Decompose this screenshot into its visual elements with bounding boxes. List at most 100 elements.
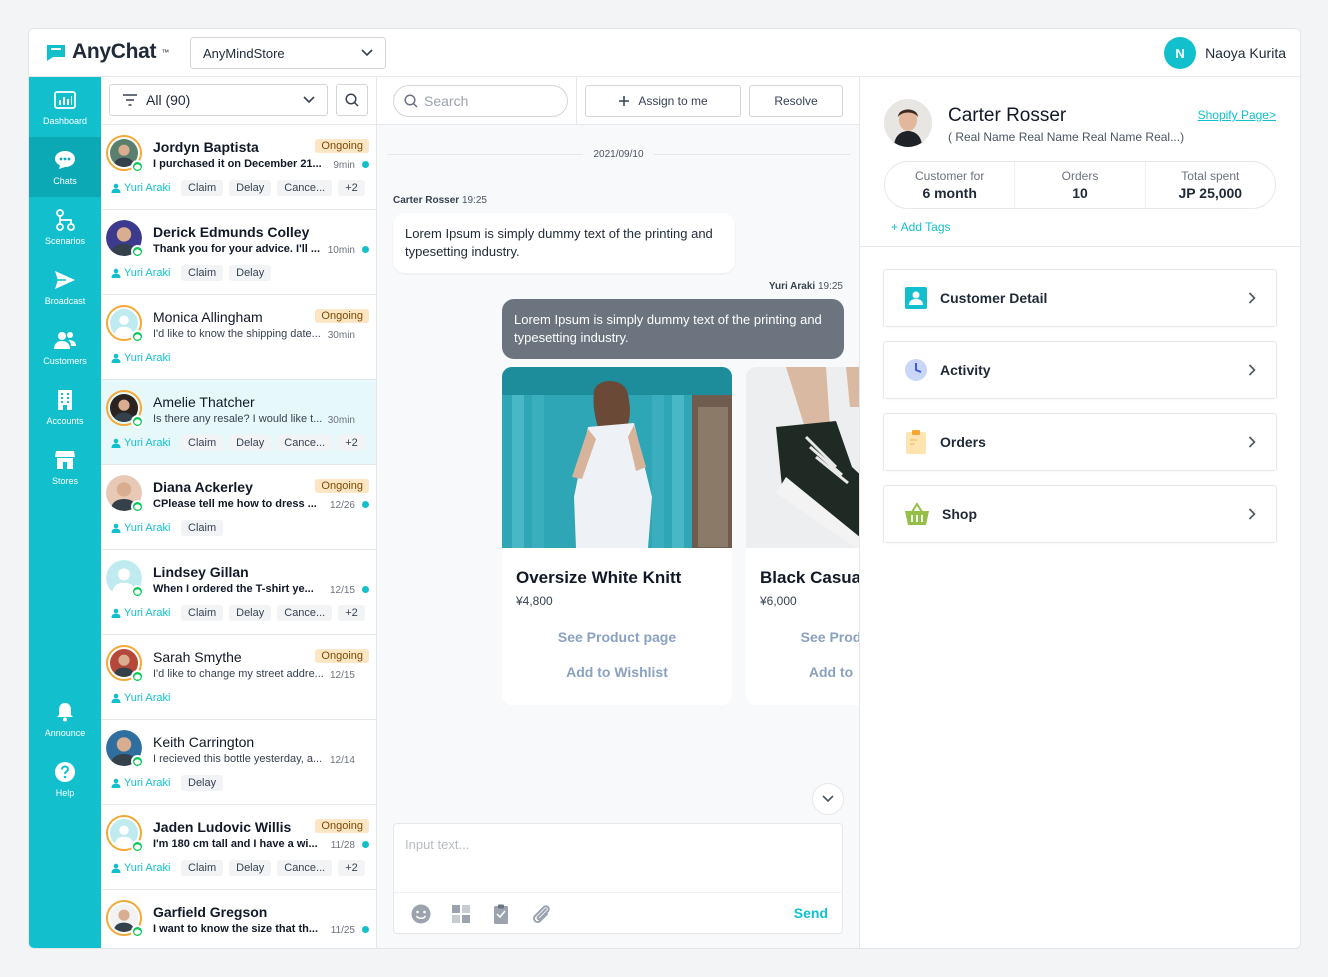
send-button[interactable]: Send — [794, 905, 828, 921]
nav-label: Stores — [51, 475, 78, 486]
status-badge: Ongoing — [315, 479, 369, 493]
search-icon — [345, 93, 359, 107]
customer-detail-card[interactable]: Customer Detail — [883, 269, 1277, 327]
brand-logo[interactable]: AnyChat ™ — [45, 40, 169, 64]
nav-label: Announce — [44, 727, 86, 738]
resolve-button[interactable]: Resolve — [749, 85, 843, 117]
conversation-name: Amelie Thatcher — [153, 394, 255, 410]
search-icon — [404, 94, 418, 108]
conversation-item[interactable]: Garfield Gregson I want to know the size … — [101, 890, 376, 948]
nav-chats[interactable]: Chats — [29, 137, 101, 197]
conversation-tag: Claim — [181, 265, 224, 281]
conversation-item[interactable]: Jaden Ludovic Willis Ongoing I'm 180 cm ta… — [101, 805, 376, 890]
attachment-icon[interactable] — [530, 903, 552, 925]
message-input[interactable]: Input text... — [405, 837, 469, 852]
line-channel-icon — [131, 670, 144, 683]
outgoing-sender: Yuri Araki — [768, 281, 816, 292]
person-icon — [111, 778, 121, 788]
nav-dashboard[interactable]: Dashboard — [29, 77, 101, 137]
conversation-tag: +2 — [338, 605, 365, 621]
nav-broadcast[interactable]: Broadcast — [29, 257, 101, 317]
unread-dot — [362, 841, 369, 848]
agent-name: Yuri Araki — [124, 692, 171, 704]
conversation-tags: Claim Delay Cance... +2 — [181, 860, 365, 876]
outgoing-time: 19:25 — [817, 281, 843, 292]
person-icon — [111, 268, 121, 278]
card-label: Orders — [940, 434, 986, 450]
product-name: Oversize White Knitt — [516, 568, 682, 587]
conversation-time: 12/15 — [329, 585, 355, 596]
line-channel-icon — [131, 925, 144, 938]
line-channel-icon — [131, 585, 144, 598]
building-icon — [52, 389, 78, 411]
assigned-agent: Yuri Araki — [111, 267, 170, 279]
nav-scenarios[interactable]: Scenarios — [29, 197, 101, 257]
nav-announce[interactable]: Announce — [29, 689, 101, 749]
add-tags-button[interactable]: + Add Tags — [891, 220, 951, 234]
chat-toolbar: Search Assign to me Resolve — [377, 77, 859, 125]
activity-card[interactable]: Activity — [883, 341, 1277, 399]
conversation-item[interactable]: Diana Ackerley Ongoing CPlease tell me how… — [101, 465, 376, 550]
orders-card[interactable]: Orders — [883, 413, 1277, 471]
conversation-tag: Delay — [229, 860, 272, 876]
template-icon[interactable] — [450, 903, 472, 925]
avatar — [106, 815, 144, 853]
conversation-tag: Claim — [181, 435, 224, 451]
conversation-search-button[interactable] — [336, 84, 368, 116]
chevron-down-icon — [822, 795, 834, 803]
user-avatar: N — [1164, 37, 1197, 69]
date-separator: 2021/09/10 — [377, 147, 859, 161]
composer-divider — [394, 892, 842, 893]
chevron-down-icon — [361, 49, 373, 57]
nav-accounts[interactable]: Accounts — [29, 377, 101, 437]
store-select[interactable]: AnyMindStore — [190, 37, 386, 69]
conversation-item[interactable]: Amelie Thatcher Is there any resale? I wo… — [101, 380, 376, 465]
filter-icon — [123, 94, 137, 106]
bell-icon — [52, 701, 78, 723]
conversation-time: 12/26 — [329, 500, 355, 511]
customer-profile: Carter Rosser ( Real Name Real Name Real… — [860, 77, 1300, 247]
conversation-name: Sarah Smythe — [153, 649, 242, 665]
scroll-to-bottom-button[interactable] — [812, 783, 844, 815]
conversation-list-panel: All (90) Jordyn Baptista Ongoing I purchas… — [101, 77, 377, 948]
unread-dot — [362, 926, 369, 933]
nav-help[interactable]: Help — [29, 749, 101, 809]
stat-label: Total spent — [1181, 169, 1240, 183]
conversation-time: 30min — [327, 415, 355, 426]
avatar — [106, 305, 144, 343]
conversation-item[interactable]: Lindsey Gillan When I ordered the T-shirt… — [101, 550, 376, 635]
list-toolbar: All (90) — [101, 77, 376, 125]
clipboard-icon[interactable] — [490, 903, 512, 925]
chat-search-input[interactable]: Search — [393, 85, 568, 117]
conversation-item[interactable]: Sarah Smythe Ongoing I'd like to change my… — [101, 635, 376, 720]
avatar — [106, 135, 144, 173]
shop-card[interactable]: Shop — [883, 485, 1277, 543]
conversation-preview: Is there any resale? I would like t... — [153, 413, 323, 425]
nav-customers[interactable]: Customers — [29, 317, 101, 377]
conversation-tags: Claim Delay Cance... +2 — [181, 435, 365, 451]
conversation-preview: I'm 180 cm tall and I have a wi... — [153, 838, 318, 850]
conversation-item[interactable]: Jordyn Baptista Ongoing I purchased it on … — [101, 125, 376, 210]
assign-to-me-button[interactable]: Assign to me — [585, 85, 741, 117]
conversation-item[interactable]: Monica Allingham Ongoing I'd like to know … — [101, 295, 376, 380]
avatar — [106, 220, 144, 258]
conversation-filter-select[interactable]: All (90) — [109, 84, 328, 116]
agent-name: Yuri Araki — [124, 862, 171, 874]
unread-dot — [362, 586, 369, 593]
shopify-page-link[interactable]: Shopify Page> — [1198, 108, 1276, 122]
see-product-page-link[interactable]: See Prod — [746, 629, 859, 645]
emoji-icon[interactable] — [410, 903, 432, 925]
add-to-wishlist-link[interactable]: Add to Wishlist — [502, 664, 732, 680]
conversation-time: 10min — [327, 245, 355, 256]
see-product-page-link[interactable]: See Product page — [502, 629, 732, 645]
product-card: Black Casua ¥6,000 See Prod Add to — [746, 367, 859, 705]
nav-stores[interactable]: Stores — [29, 437, 101, 497]
conversation-item[interactable]: Derick Edmunds Colley Thank you for your … — [101, 210, 376, 295]
user-menu[interactable]: N Naoya Kurita — [1164, 37, 1286, 69]
product-image — [746, 367, 859, 548]
conversation-item[interactable]: Keith Carrington I recieved this bottle y… — [101, 720, 376, 805]
customer-avatar — [884, 99, 932, 147]
stat-value: 10 — [1072, 185, 1088, 201]
add-to-wishlist-link[interactable]: Add to — [746, 664, 859, 680]
person-icon — [111, 863, 121, 873]
